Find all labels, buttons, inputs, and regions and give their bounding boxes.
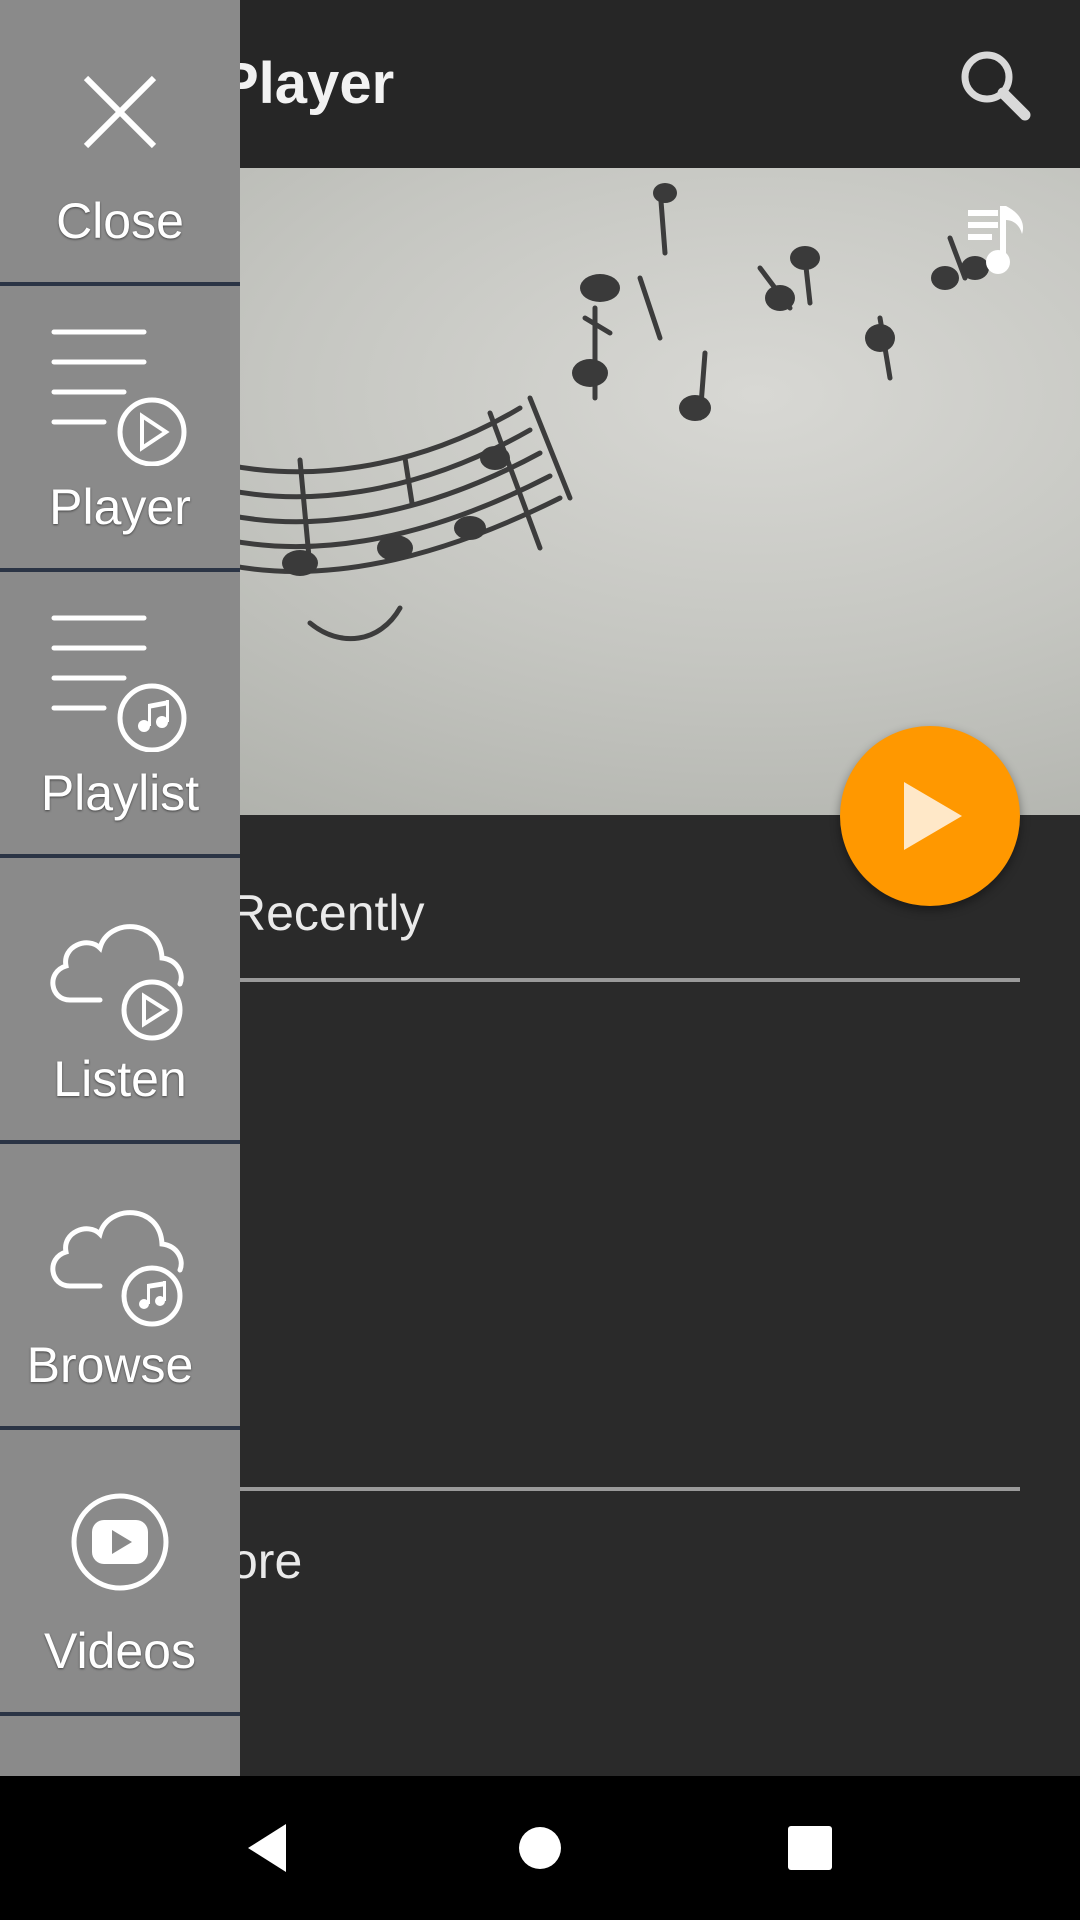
playlist-music-icon (51, 615, 187, 752)
system-navigation-bar (0, 1776, 1080, 1920)
player-list-icon (51, 329, 187, 466)
section-divider (240, 1487, 1020, 1491)
youtube-icon (71, 1493, 169, 1591)
play-button[interactable] (840, 726, 1020, 906)
home-icon (519, 1827, 561, 1869)
recents-icon (788, 1826, 832, 1870)
drawer-item-player[interactable]: Player (0, 286, 240, 572)
recents-button[interactable] (760, 1798, 860, 1898)
drawer-item-videos[interactable]: Videos (0, 1430, 240, 1716)
section-recently-label: Recently (230, 885, 425, 941)
drawer-label-close: Close (56, 193, 184, 249)
drawer-item-browse[interactable]: Browse (0, 1144, 240, 1430)
close-icon (83, 75, 157, 149)
section-divider (240, 978, 1020, 982)
section-more-label: ore (230, 1533, 303, 1589)
drawer-label-videos: Videos (44, 1623, 196, 1679)
navigation-drawer: Close Player Playlist Listen Browse Vide… (0, 0, 240, 1776)
play-icon (904, 782, 962, 850)
cloud-play-icon (50, 924, 184, 1041)
drawer-item-playlist[interactable]: Playlist (0, 572, 240, 858)
back-icon (248, 1824, 286, 1872)
back-button[interactable] (218, 1798, 318, 1898)
home-button[interactable] (490, 1798, 590, 1898)
search-icon (961, 51, 1031, 121)
drawer-label-listen: Listen (53, 1051, 187, 1107)
drawer-label-browse: Browse (26, 1337, 194, 1393)
search-button[interactable] (955, 45, 1035, 125)
page-title: Player (220, 51, 395, 116)
drawer-label-playlist: Playlist (40, 765, 200, 821)
queue-music-icon[interactable] (960, 200, 1040, 280)
drawer-item-listen[interactable]: Listen (0, 858, 240, 1144)
drawer-label-player: Player (49, 479, 191, 535)
drawer-item-close[interactable]: Close (0, 0, 240, 286)
cloud-music-icon (50, 1210, 184, 1327)
